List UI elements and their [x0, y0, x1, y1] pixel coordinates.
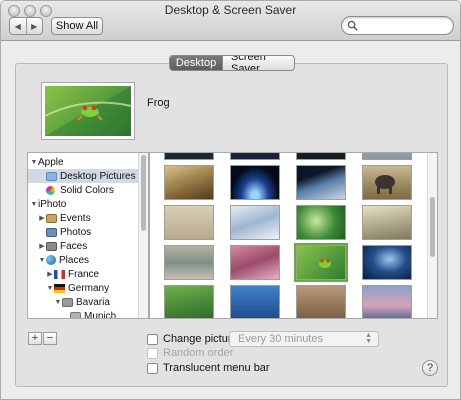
current-picture-name: Frog: [147, 97, 170, 109]
random-order-option[interactable]: Random order: [147, 347, 233, 359]
translucent-menu-bar-label: Translucent menu bar: [163, 362, 270, 374]
source-label: France: [68, 268, 100, 280]
picture-grid[interactable]: [149, 152, 438, 319]
disclosure-collapsed-icon[interactable]: ▶: [46, 270, 54, 278]
picture-thumbnail[interactable]: [164, 205, 214, 240]
folder-icon: [46, 171, 57, 181]
source-label: Faces: [60, 240, 88, 252]
toolbar: Desktop & Screen Saver ◀ ▶ Show All: [1, 1, 460, 41]
change-picture-option[interactable]: Change picture:: [147, 333, 241, 345]
picture-thumbnail[interactable]: [362, 205, 412, 240]
globe-icon: [46, 255, 56, 265]
picture-thumbnail[interactable]: [362, 245, 412, 280]
picture-thumbnail-selected[interactable]: [296, 245, 346, 280]
popup-arrows-icon: ▲ ▼: [365, 332, 372, 345]
photos-icon: [46, 227, 57, 237]
picture-thumbnail[interactable]: [296, 153, 346, 160]
tab-screen-saver[interactable]: Screen Saver: [222, 56, 294, 70]
show-all-button[interactable]: Show All: [51, 17, 103, 35]
scrollbar-thumb[interactable]: [141, 155, 146, 231]
search-field[interactable]: [341, 16, 454, 35]
picture-thumbnail[interactable]: [164, 245, 214, 280]
disclosure-expanded-icon[interactable]: ▼: [38, 257, 46, 264]
picture-thumbnail[interactable]: [164, 285, 214, 318]
picture-thumbnail[interactable]: [230, 245, 280, 280]
window-title: Desktop & Screen Saver: [164, 3, 297, 17]
color-wheel-icon: [46, 185, 55, 195]
picture-thumbnail[interactable]: [296, 205, 346, 240]
source-group-iphoto[interactable]: ▼ iPhoto: [28, 197, 139, 211]
picture-thumbnail[interactable]: [230, 205, 280, 240]
picture-thumbnail[interactable]: [164, 165, 214, 200]
disclosure-collapsed-icon[interactable]: ▶: [38, 242, 46, 250]
source-item-events[interactable]: ▶ Events: [28, 211, 139, 225]
translucent-menu-bar-option[interactable]: Translucent menu bar: [147, 362, 270, 374]
source-label: iPhoto: [38, 198, 67, 210]
back-forward-control: ◀ ▶: [9, 17, 43, 35]
flag-france-icon: [54, 269, 65, 279]
source-group-apple[interactable]: ▼ Apple: [28, 155, 139, 169]
flag-germany-icon: [54, 283, 65, 293]
change-picture-checkbox[interactable]: [147, 333, 158, 345]
source-item-photos[interactable]: Photos: [28, 225, 139, 239]
picture-thumbnail[interactable]: [230, 153, 280, 160]
picture-grid-scrollbar[interactable]: [427, 153, 437, 318]
source-item-solid-colors[interactable]: Solid Colors: [28, 183, 139, 197]
random-order-label: Random order: [163, 347, 234, 359]
back-button[interactable]: ◀: [10, 18, 27, 34]
source-item-desktop-pictures[interactable]: Desktop Pictures: [28, 169, 139, 183]
picture-thumbnail[interactable]: [362, 285, 412, 318]
current-picture-preview: [45, 86, 131, 136]
picture-thumbnail[interactable]: [164, 153, 214, 160]
disclosure-expanded-icon[interactable]: ▼: [46, 285, 54, 292]
translucent-menu-bar-checkbox[interactable]: [147, 362, 158, 374]
source-label: Bavaria: [76, 296, 110, 308]
disclosure-expanded-icon[interactable]: ▼: [30, 159, 38, 166]
source-label: Munich: [84, 310, 117, 319]
random-order-checkbox[interactable]: [147, 347, 158, 359]
interval-popup[interactable]: Every 30 minutes ▲ ▼: [229, 331, 379, 347]
disclosure-expanded-icon[interactable]: ▼: [54, 299, 62, 306]
source-label: Apple: [38, 156, 64, 168]
desktop-panel: Frog ▼ Apple Desktop Pictures Solid Colo…: [15, 63, 448, 387]
help-button[interactable]: ?: [422, 360, 438, 376]
picture-thumbnail[interactable]: [296, 165, 346, 200]
picture-thumbnail[interactable]: [230, 285, 280, 318]
source-list[interactable]: ▼ Apple Desktop Pictures Solid Colors ▼ …: [27, 152, 149, 319]
source-item-munich[interactable]: Munich: [28, 309, 139, 319]
disclosure-expanded-icon[interactable]: ▼: [30, 201, 38, 208]
interval-value: Every 30 minutes: [238, 333, 323, 345]
source-label: Photos: [60, 226, 92, 238]
source-item-places[interactable]: ▼ Places: [28, 253, 139, 267]
search-icon: [347, 20, 358, 31]
scrollbar-thumb[interactable]: [430, 197, 435, 257]
source-item-faces[interactable]: ▶ Faces: [28, 239, 139, 253]
disclosure-collapsed-icon[interactable]: ▶: [38, 214, 46, 222]
events-icon: [46, 213, 57, 223]
source-label: Events: [60, 212, 91, 224]
tab-bar: Desktop Screen Saver: [169, 55, 295, 71]
source-label: Germany: [68, 282, 110, 294]
faces-icon: [46, 241, 57, 251]
picture-thumbnail[interactable]: [362, 153, 412, 160]
region-icon: [62, 297, 73, 307]
picture-thumbnail[interactable]: [296, 285, 346, 318]
forward-button[interactable]: ▶: [27, 18, 43, 34]
add-folder-button[interactable]: +: [28, 332, 42, 345]
source-item-france[interactable]: ▶ France: [28, 267, 139, 281]
source-item-bavaria[interactable]: ▼ Bavaria: [28, 295, 139, 309]
source-item-germany[interactable]: ▼ Germany: [28, 281, 139, 295]
source-label: Places: [59, 254, 90, 266]
city-icon: [70, 311, 81, 318]
preferences-window: Desktop & Screen Saver ◀ ▶ Show All Desk…: [0, 0, 461, 400]
current-picture-well: [41, 82, 135, 140]
picture-thumbnail[interactable]: [362, 165, 412, 200]
picture-thumbnail[interactable]: [230, 165, 280, 200]
source-label: Desktop Pictures: [60, 170, 136, 182]
remove-folder-button[interactable]: −: [43, 332, 57, 345]
source-list-scrollbar[interactable]: [138, 153, 148, 318]
tab-desktop[interactable]: Desktop: [170, 56, 222, 70]
source-label: Solid Colors: [60, 184, 114, 196]
